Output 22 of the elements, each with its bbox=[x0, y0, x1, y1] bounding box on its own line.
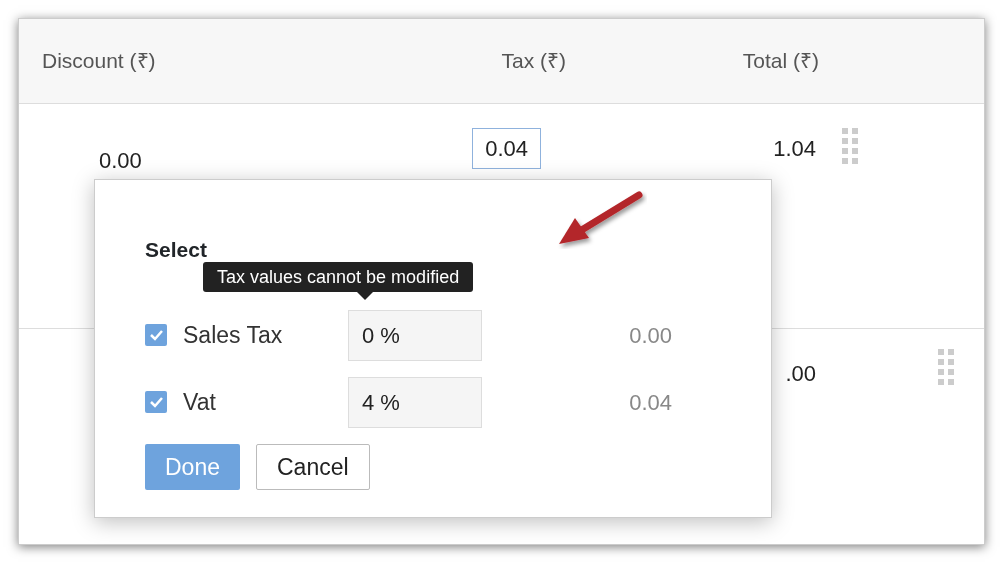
checkmark-icon bbox=[149, 329, 163, 341]
tax-field[interactable]: 0.04 bbox=[472, 128, 541, 169]
tooltip-pointer-icon bbox=[357, 292, 373, 300]
table-cell: .00 bbox=[785, 361, 816, 386]
table-cell: 0.00 bbox=[99, 148, 142, 173]
rate-field[interactable]: 4 % bbox=[348, 376, 482, 428]
column-header: Tax (₹) bbox=[501, 49, 566, 73]
table-cell: 1.04 bbox=[773, 136, 816, 161]
checkbox[interactable] bbox=[145, 391, 167, 413]
rate-field[interactable]: 0 % bbox=[348, 309, 482, 361]
column-header: Discount (₹) bbox=[42, 49, 156, 73]
tax-name: Vat bbox=[183, 387, 217, 417]
column-header: Total (₹) bbox=[742, 49, 819, 73]
drag-handle-icon[interactable] bbox=[936, 349, 954, 386]
tax-name: Sales Tax bbox=[183, 320, 284, 350]
checkmark-icon bbox=[149, 396, 163, 408]
tax-amount: 0.04 bbox=[628, 388, 672, 417]
popover-heading: Select bbox=[145, 238, 207, 261]
checkbox[interactable] bbox=[145, 324, 167, 346]
tax-amount: 0.00 bbox=[628, 321, 672, 350]
cancel-button[interactable]: Cancel bbox=[256, 443, 370, 490]
drag-handle-icon[interactable] bbox=[840, 128, 858, 165]
